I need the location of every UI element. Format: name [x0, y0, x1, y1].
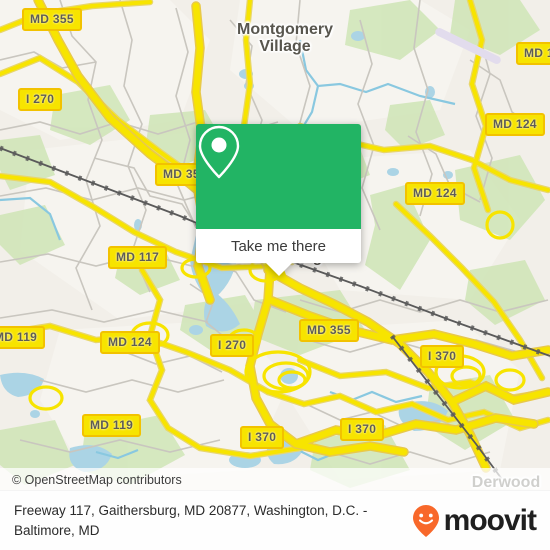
road-shield-i-270-south[interactable]: I 270 — [210, 334, 255, 357]
take-me-there-button[interactable]: Take me there — [196, 229, 361, 263]
road-shield-i-370-southcenter[interactable]: I 370 — [340, 418, 385, 441]
take-me-there-label: Take me there — [230, 237, 327, 255]
moovit-pin-icon — [412, 504, 439, 537]
road-shield-md-124-sw[interactable]: MD 124 — [100, 331, 160, 354]
road-shield-i-370-southwest[interactable]: I 370 — [240, 426, 285, 449]
moovit-wordmark: moovit — [443, 503, 537, 537]
road-shield-md-355-south[interactable]: MD 355 — [299, 319, 359, 342]
popup-header — [196, 124, 361, 229]
road-shield-md-117[interactable]: MD 117 — [108, 246, 168, 269]
attribution-text: © OpenStreetMap contributors — [12, 473, 182, 487]
map-pin-icon — [198, 125, 240, 179]
location-title: Freeway 117, Gaithersburg, MD 20877, Was… — [14, 502, 368, 538]
road-shield-md-124-ne-edge[interactable]: MD 12 — [516, 42, 550, 65]
screenshot-root: Montgomery Village Gaithersburg Derwood … — [0, 0, 550, 550]
map-canvas[interactable]: Montgomery Village Gaithersburg Derwood … — [0, 0, 550, 490]
road-shield-i-270-nw[interactable]: I 270 — [18, 88, 63, 111]
location-popup-card[interactable]: Take me there — [196, 124, 361, 276]
road-shield-md-119-west[interactable]: MD 119 — [0, 326, 46, 349]
bottom-info-bar: Freeway 117, Gaithersburg, MD 20877, Was… — [0, 490, 550, 550]
road-shield-md-124-east[interactable]: MD 124 — [405, 182, 465, 205]
road-shield-md-355-nw[interactable]: MD 355 — [22, 8, 82, 31]
road-shield-md-119-south[interactable]: MD 119 — [82, 414, 142, 437]
moovit-logo[interactable]: moovit — [411, 503, 537, 538]
map-attribution[interactable]: © OpenStreetMap contributors — [0, 468, 550, 490]
popup-pointer-tail — [265, 263, 292, 276]
place-label-montgomery-village: Montgomery Village — [237, 21, 333, 55]
road-shield-i-370-east[interactable]: I 370 — [420, 345, 465, 368]
road-shield-md-124-ne[interactable]: MD 124 — [485, 113, 545, 136]
